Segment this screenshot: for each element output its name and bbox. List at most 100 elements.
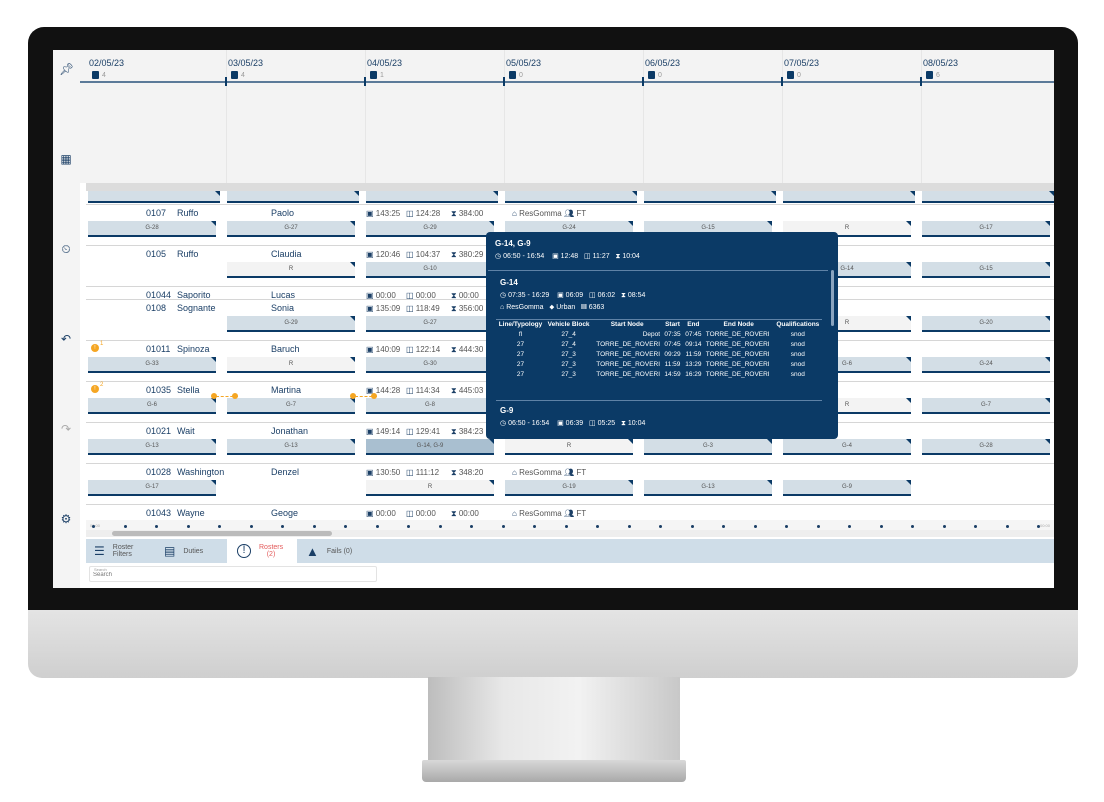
shift-bar[interactable]: G-28: [88, 221, 216, 237]
employee-tags: ⌂ ResGomma 👥︎ FT: [512, 468, 586, 477]
redo-icon[interactable]: ↷: [59, 422, 73, 436]
stat-value: 384:23: [458, 427, 484, 436]
tooltip-scrollbar[interactable]: [831, 270, 834, 326]
roster-app: 📌︎ ▦ ⏲ ↶ ↷ ⚙ 02/05/23 4 03/05/23 4 04/05/23 1…: [53, 50, 1054, 588]
monitor-chin: [28, 610, 1078, 678]
bus-clock-icon[interactable]: ⏲: [59, 242, 73, 256]
trip-cell: 27: [516, 340, 525, 348]
trip-row: 27 27_4 TORRE_DE_ROVERI 07:45 09:14 TORRE_DE_…: [496, 339, 822, 349]
trip-cell: snod: [790, 350, 805, 358]
total-time-icon: ⧗: [451, 209, 459, 218]
column-divider: [643, 50, 644, 183]
work-time-icon: ◫: [406, 250, 416, 259]
tab-duties[interactable]: ▤ Duties: [164, 539, 224, 563]
shift-bar[interactable]: [505, 191, 637, 203]
employee-id: 01028: [146, 467, 172, 477]
shift-bar[interactable]: G-27: [227, 221, 355, 237]
date-label: 08/05/23: [923, 58, 959, 68]
shift-bar[interactable]: G-10: [366, 262, 494, 278]
trip-cell: TORRE_DE_ROVERI: [705, 350, 770, 358]
trip-row: fl 27_4 Depot 07:35 07:45 TORRE_DE_ROVERI snod: [496, 329, 822, 339]
employee-last-name: Spinoza: [177, 344, 210, 354]
shift-bar[interactable]: G-13: [227, 439, 355, 455]
duty-total: 08:54: [627, 292, 646, 299]
trip-cell: 27_3: [561, 360, 576, 368]
shift-bar[interactable]: G-8: [366, 398, 494, 414]
shift-bar[interactable]: G-4: [783, 439, 911, 455]
shift-bar[interactable]: G-19: [505, 480, 633, 496]
shift-bar[interactable]: G-3: [644, 439, 772, 455]
roster-badge-icon: [509, 71, 516, 79]
work-time-icon: ◫: [406, 345, 416, 354]
shift-bar[interactable]: G-27: [366, 316, 494, 332]
total-time-icon: ⧗: [451, 304, 459, 313]
shift-bar[interactable]: [644, 191, 776, 203]
undo-icon[interactable]: ↶: [59, 332, 73, 346]
trip-cell: snod: [790, 370, 805, 378]
shift-bar[interactable]: [227, 191, 359, 203]
shift-bar[interactable]: R: [227, 262, 355, 278]
shift-bar[interactable]: G-14, G-9: [366, 439, 494, 455]
search-input[interactable]: [93, 572, 363, 578]
shift-bar[interactable]: [366, 191, 498, 203]
tooltip-summary: ◷ 06:50 - 16:54 ▣ 12:48 ◫ 11:27 ⧗ 10:04: [495, 253, 640, 260]
shift-bar[interactable]: G-24: [922, 357, 1050, 373]
shift-bar[interactable]: G-17: [922, 221, 1050, 237]
shift-bar[interactable]: G-28: [922, 439, 1050, 455]
stat-value: 143:25: [375, 209, 401, 218]
search-field[interactable]: Search: [89, 566, 377, 582]
trip-cell: 27_3: [561, 370, 576, 378]
duty-drive: 06:39: [565, 420, 584, 427]
employee-id: 0105: [146, 249, 167, 259]
shift-bar[interactable]: G-17: [88, 480, 216, 496]
timeline-dot: [942, 525, 946, 528]
tab-fails[interactable]: ▲ Fails (0): [306, 539, 376, 563]
shift-bar[interactable]: G-7: [227, 398, 355, 414]
date-label: 02/05/23: [89, 58, 125, 68]
calendar-icon[interactable]: ▦: [59, 152, 73, 166]
tab-rosters[interactable]: ! Rosters (2): [227, 539, 297, 563]
horizontal-scrollbar[interactable]: [86, 530, 1054, 537]
shift-bar[interactable]: [88, 191, 220, 203]
shift-bar[interactable]: G-9: [783, 480, 911, 496]
roster-badge-icon: [787, 71, 794, 79]
date-tick: [781, 77, 783, 86]
stat-value: 111:12: [415, 468, 440, 477]
warning-icon[interactable]: !: [91, 385, 99, 393]
shift-bar[interactable]: R: [227, 357, 355, 373]
shift-bar[interactable]: G-33: [88, 357, 216, 373]
tag: FT: [576, 468, 587, 477]
shift-bar[interactable]: [922, 191, 1054, 203]
gear-icon[interactable]: ⚙: [59, 512, 73, 526]
shift-bar[interactable]: R: [505, 439, 633, 455]
scrollbar-thumb[interactable]: [112, 531, 332, 536]
shift-bar[interactable]: R: [366, 480, 494, 496]
alert-circle-icon: !: [237, 544, 251, 558]
warning-icon[interactable]: !: [91, 344, 99, 352]
shift-bar[interactable]: G-13: [644, 480, 772, 496]
employee-last-name: Ruffo: [177, 208, 199, 218]
shift-bar[interactable]: G-13: [88, 439, 216, 455]
stat-value: 149:14: [375, 427, 401, 436]
work-time: ◫ 129:41: [406, 427, 440, 436]
duty-title: G-9: [500, 406, 514, 415]
stat-value: 144:28: [375, 386, 401, 395]
tab-roster-filters[interactable]: ☰ Roster Filters: [94, 539, 154, 563]
tooltip-drive: 12:48: [560, 253, 579, 260]
tooltip-total: 10:04: [622, 253, 640, 260]
shift-bar[interactable]: G-6: [88, 398, 216, 414]
pin-icon[interactable]: 📌︎: [59, 62, 74, 76]
roster-badge-icon: [926, 71, 933, 79]
shift-bar[interactable]: G-29: [227, 316, 355, 332]
shift-bar[interactable]: [783, 191, 915, 203]
shift-bar[interactable]: G-30: [366, 357, 494, 373]
employee-tags: ⌂ ResGomma 👥︎ FT: [512, 509, 586, 518]
sidebar: 📌︎ ▦ ⏲ ↶ ↷ ⚙: [53, 50, 80, 588]
shift-bar[interactable]: G-7: [922, 398, 1050, 414]
tag: ResGomma: [519, 509, 562, 518]
work-time: ◫ 122:14: [406, 345, 440, 354]
shift-bar[interactable]: G-29: [366, 221, 494, 237]
timeline-dot: [344, 525, 347, 528]
shift-bar[interactable]: G-20: [922, 316, 1050, 332]
shift-bar[interactable]: G-15: [922, 262, 1050, 278]
